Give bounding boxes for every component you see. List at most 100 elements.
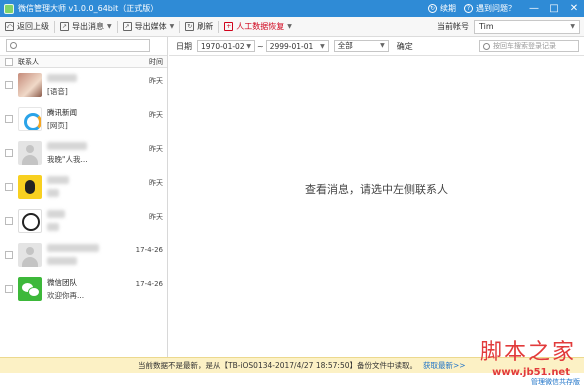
manual-recovery-button[interactable]: + 人工数据恢复 ▼ — [219, 17, 297, 37]
account-label: 当前帐号 — [437, 22, 469, 31]
message-panel: 日期 1970-01-02 ▼ ~ 2999-01-01 ▼ 全部 ▼ 确定 按回车搜… — [169, 37, 584, 357]
get-latest-link[interactable]: 获取最新>> — [423, 360, 466, 371]
avatar — [18, 209, 42, 233]
chevron-down-icon: ▼ — [570, 23, 575, 30]
contact-search-row — [0, 37, 167, 55]
contact-name: 腾讯新闻 — [47, 108, 77, 117]
empty-state-hint: 查看消息，请选中左侧联系人 — [305, 183, 448, 196]
redacted-name — [47, 210, 65, 218]
contact-list-header: 联系人 时间 — [0, 55, 167, 68]
export-icon: ↗ — [122, 22, 132, 31]
select-all-checkbox[interactable] — [5, 57, 13, 66]
contact-time: 昨天 — [149, 213, 163, 221]
list-item[interactable]: 昨天 — [0, 170, 167, 204]
help-icon: ? — [464, 4, 473, 13]
contact-time: 17-4-26 — [135, 246, 163, 254]
wechat-logo-icon — [18, 277, 42, 301]
contact-checkbox[interactable] — [5, 115, 13, 123]
search-icon — [10, 42, 17, 49]
renew-icon: ↻ — [428, 4, 437, 13]
contact-last-message — [47, 256, 77, 265]
divider — [169, 55, 584, 56]
contact-last-message — [47, 222, 59, 231]
message-search-input[interactable]: 按回车搜索登录记录 — [479, 40, 579, 52]
time-column-header: 时间 — [149, 57, 163, 66]
contact-last-message: [网页] — [47, 121, 68, 130]
contact-time: 昨天 — [149, 179, 163, 187]
help-link[interactable]: ? 遇到问题？ — [464, 3, 516, 14]
export-media-button[interactable]: ↗ 导出媒体 ▼ — [118, 17, 180, 37]
default-avatar-icon — [18, 243, 42, 267]
list-item[interactable]: [语音] 昨天 — [0, 68, 167, 102]
redacted-message — [47, 257, 77, 265]
date-label: 日期 — [176, 41, 192, 51]
contact-name — [47, 141, 87, 150]
contact-name: 微信团队 — [47, 278, 77, 287]
status-text: 当前数据不是最新，是从【TB-iOS0134-2017/4/27 18:57:5… — [138, 361, 417, 370]
redacted-name — [47, 176, 69, 184]
redacted-name — [47, 142, 87, 150]
list-item[interactable]: 我晚"人我... 昨天 — [0, 136, 167, 170]
chevron-down-icon: ▼ — [107, 23, 112, 30]
redacted-name — [47, 244, 99, 252]
toolbar: ⤺ 返回上级 ↗ 导出消息 ▼ ↗ 导出媒体 ▼ ↻ 刷新 + 人工数据恢复 ▼ 当前帐号 Ti… — [0, 17, 584, 37]
export-icon: ↗ — [60, 22, 69, 31]
search-icon — [483, 42, 490, 50]
maximize-button[interactable]: □ — [544, 0, 564, 17]
chevron-down-icon: ▼ — [320, 42, 325, 50]
contact-search-input[interactable] — [6, 39, 150, 52]
export-messages-button[interactable]: ↗ 导出消息 ▼ — [55, 17, 117, 37]
message-filter-bar: 日期 1970-01-02 ▼ ~ 2999-01-01 ▼ 全部 ▼ 确定 按回车搜… — [169, 37, 584, 55]
manage-coexist-link[interactable]: 管理微信共存版 — [531, 377, 580, 387]
contact-checkbox[interactable] — [5, 217, 13, 225]
message-type-select[interactable]: 全部 ▼ — [333, 40, 389, 52]
chevron-down-icon: ▼ — [246, 42, 251, 50]
app-logo-icon — [4, 3, 14, 14]
back-button[interactable]: ⤺ 返回上级 — [0, 17, 54, 37]
default-avatar-icon — [18, 141, 42, 165]
contact-last-message — [47, 188, 59, 197]
back-icon: ⤺ — [5, 22, 14, 31]
contact-panel: 联系人 时间 [语音] 昨天 腾讯新闻 [网页] 昨天 我晚"人我... 昨天 — [0, 37, 168, 357]
contact-checkbox[interactable] — [5, 149, 13, 157]
list-item[interactable]: 微信团队 欢迎你再... 17-4-26 — [0, 272, 167, 306]
tencent-news-logo-icon — [18, 107, 42, 131]
contact-time: 昨天 — [149, 111, 163, 119]
chevron-down-icon: ▼ — [380, 42, 385, 49]
contact-last-message: [语音] — [47, 87, 68, 96]
list-item[interactable]: 腾讯新闻 [网页] 昨天 — [0, 102, 167, 136]
contact-last-message: 欢迎你再... — [47, 291, 85, 300]
title-bar: 微信管理大师 v1.0.0_64bit（正式版） ↻ 续期 ? 遇到问题？ — □ … — [0, 0, 584, 17]
date-to-picker[interactable]: 2999-01-01 ▼ — [265, 40, 329, 52]
contact-time: 17-4-26 — [135, 280, 163, 288]
chevron-down-icon: ▼ — [287, 23, 292, 30]
chevron-down-icon: ▼ — [169, 23, 175, 30]
account-select[interactable]: Tim ▼ — [474, 20, 580, 34]
avatar — [18, 175, 42, 199]
contact-last-message: 我晚"人我... — [47, 155, 88, 164]
redacted-message — [47, 223, 59, 231]
date-from-picker[interactable]: 1970-01-02 ▼ — [197, 40, 255, 52]
confirm-button[interactable]: 确定 — [397, 41, 413, 52]
minimize-button[interactable]: — — [524, 0, 544, 17]
contact-name — [47, 175, 69, 184]
renew-link[interactable]: ↻ 续期 — [428, 3, 456, 14]
contact-checkbox[interactable] — [5, 81, 13, 89]
site-watermark: 脚本之家 — [479, 340, 576, 365]
refresh-button[interactable]: ↻ 刷新 — [180, 17, 218, 37]
avatar — [18, 73, 42, 97]
contact-checkbox[interactable] — [5, 285, 13, 293]
list-item[interactable]: 17-4-26 — [0, 238, 167, 272]
refresh-icon: ↻ — [185, 22, 195, 31]
redacted-message — [47, 189, 59, 197]
recovery-icon: + — [224, 22, 234, 31]
redacted-name — [47, 74, 77, 82]
contact-checkbox[interactable] — [5, 251, 13, 259]
contact-checkbox[interactable] — [5, 183, 13, 191]
list-item[interactable]: 昨天 — [0, 204, 167, 238]
close-button[interactable]: ✕ — [564, 0, 584, 17]
contact-time: 昨天 — [149, 77, 163, 85]
contact-name — [47, 243, 99, 252]
contact-time: 昨天 — [149, 145, 163, 153]
contact-name — [47, 73, 77, 82]
